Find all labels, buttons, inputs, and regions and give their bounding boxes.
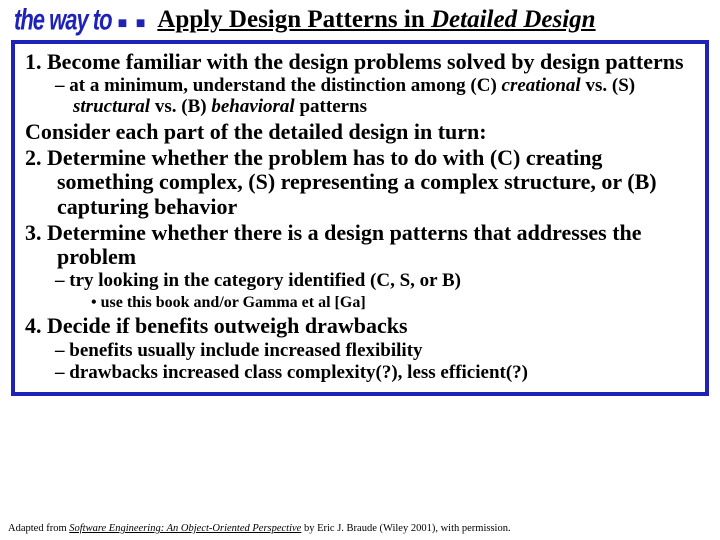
footer-post: by Eric J. Braude (Wiley 2001), with per…	[301, 523, 510, 534]
point-3: 3. Determine whether there is a design p…	[25, 221, 695, 269]
p1sub-post: patterns	[295, 96, 367, 117]
content-box: 1. Become familiar with the design probl…	[11, 40, 709, 396]
slide-title: Apply Design Patterns in Detailed Design	[157, 6, 595, 34]
point-4-sub2: – drawbacks increased class complexity(?…	[25, 363, 695, 384]
motto-trail-icon: ■ ■	[118, 15, 148, 33]
title-italic: Detailed Design	[431, 6, 596, 33]
point-1-sub: – at a minimum, understand the distincti…	[25, 76, 695, 118]
motto-text: the way to	[14, 2, 112, 37]
header: the way to ■ ■ Apply Design Patterns in …	[10, 6, 710, 34]
consider-line: Consider each part of the detailed desig…	[25, 120, 695, 144]
p1sub-i2: structural	[73, 96, 150, 117]
title-part1: Apply Design Patterns in	[157, 6, 431, 33]
point-3-sub2: • use this book and/or Gamma et al [Ga]	[25, 294, 695, 312]
p1sub-pre: – at a minimum, understand the distincti…	[55, 75, 502, 96]
p1sub-m2: vs. (B)	[150, 96, 211, 117]
footer-book-title: Software Engineering: An Object-Oriented…	[69, 523, 301, 534]
p1sub-m1: vs. (S)	[581, 75, 635, 96]
footer-citation: Adapted from Software Engineering: An Ob…	[8, 523, 511, 534]
point-2-text: 2. Determine whether the problem has to …	[25, 146, 695, 219]
p1sub-i1: creational	[502, 75, 581, 96]
footer-pre: Adapted from	[8, 523, 69, 534]
point-3-sub: – try looking in the category identified…	[25, 271, 695, 292]
point-4-sub1: – benefits usually include increased fle…	[25, 341, 695, 362]
point-1-text: 1. Become familiar with the design probl…	[25, 50, 695, 74]
point-4: 4. Decide if benefits outweigh drawbacks	[25, 314, 695, 338]
point-2: 2. Determine whether the problem has to …	[25, 146, 695, 219]
point-4-text: 4. Decide if benefits outweigh drawbacks	[25, 314, 695, 338]
point-3-text: 3. Determine whether there is a design p…	[25, 221, 695, 269]
slide: the way to ■ ■ Apply Design Patterns in …	[0, 0, 720, 540]
point-1: 1. Become familiar with the design probl…	[25, 50, 695, 74]
p1sub-i3: behavioral	[211, 96, 294, 117]
